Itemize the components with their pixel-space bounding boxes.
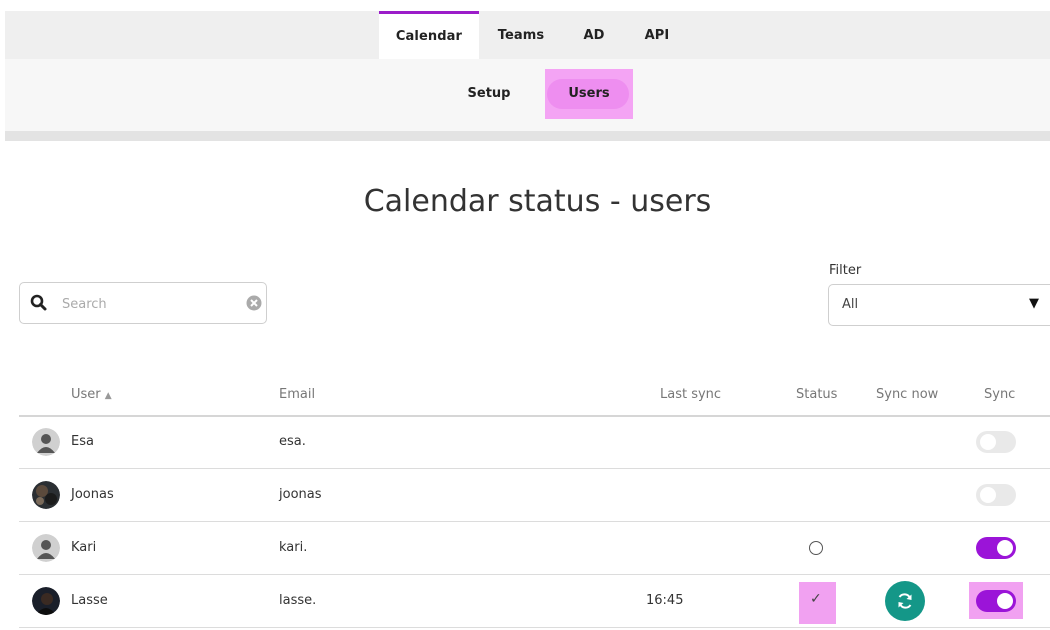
user-name: Joonas	[71, 487, 114, 502]
last-sync-time: 16:45	[646, 593, 684, 608]
search-box[interactable]	[19, 282, 267, 324]
filter-select[interactable]: All ▼	[828, 284, 1050, 326]
user-email: lasse.	[279, 593, 317, 608]
table-row: Kari kari.	[19, 522, 1050, 575]
subtab-label: Users	[568, 86, 610, 101]
table-row: Joonas joonas	[19, 469, 1050, 522]
clear-search-icon[interactable]	[246, 295, 262, 311]
tab-calendar[interactable]: Calendar	[379, 11, 479, 59]
photo-avatar-icon	[32, 587, 60, 615]
user-name: Esa	[71, 434, 94, 449]
sync-toggle[interactable]	[976, 537, 1016, 559]
subtab-label: Setup	[467, 86, 511, 101]
status-pending-icon	[809, 541, 823, 555]
toggle-knob	[997, 540, 1013, 556]
toggle-knob	[980, 434, 996, 450]
default-avatar-icon	[32, 428, 60, 456]
tab-teams[interactable]: Teams	[492, 11, 550, 59]
user-name: Kari	[71, 540, 97, 555]
tab-ad[interactable]: AD	[576, 11, 612, 59]
top-nav: Calendar Teams AD API	[5, 11, 1050, 59]
page-title: Calendar status - users	[363, 184, 712, 219]
avatar	[32, 428, 60, 456]
checkmark-icon: ✓	[810, 591, 822, 607]
header-divider	[5, 131, 1050, 141]
default-avatar-icon	[32, 534, 60, 562]
column-header-sync-now[interactable]: Sync now	[876, 387, 938, 402]
table-row: Esa esa.	[19, 416, 1050, 469]
dropdown-arrow-icon: ▼	[1029, 296, 1039, 311]
tab-label: Teams	[497, 28, 545, 43]
column-header-email[interactable]: Email	[279, 387, 315, 402]
tab-label: API	[644, 28, 670, 43]
tab-label: Calendar	[395, 29, 463, 44]
sort-ascending-icon: ▲	[104, 391, 112, 401]
toggle-knob	[980, 487, 996, 503]
column-header-user[interactable]: User ▲	[71, 387, 112, 402]
tab-api[interactable]: API	[638, 11, 676, 59]
toggle-knob	[997, 593, 1013, 609]
filter-label: Filter	[829, 263, 862, 278]
row-divider-gap	[118, 517, 209, 520]
row-divider	[19, 627, 1050, 628]
photo-avatar-icon	[32, 481, 60, 509]
subtab-setup[interactable]: Setup	[457, 69, 521, 119]
avatar	[32, 587, 60, 615]
sync-now-button[interactable]	[885, 581, 925, 621]
user-email: kari.	[279, 540, 308, 555]
user-email: esa.	[279, 434, 306, 449]
sync-toggle[interactable]	[976, 590, 1016, 612]
tab-label: AD	[583, 28, 605, 43]
sync-toggle[interactable]	[976, 431, 1016, 453]
search-icon	[30, 294, 47, 311]
column-header-sync[interactable]: Sync	[984, 387, 1015, 402]
column-header-label: User	[71, 387, 101, 402]
column-header-status[interactable]: Status	[796, 387, 837, 402]
sub-nav: Setup Users	[5, 59, 1050, 131]
column-header-last-sync[interactable]: Last sync	[660, 387, 721, 402]
refresh-icon	[898, 593, 912, 609]
table-row: Lasse lasse. 16:45 ✓	[19, 575, 1050, 628]
avatar	[32, 534, 60, 562]
user-name: Lasse	[71, 593, 108, 608]
user-email: joonas	[279, 487, 322, 502]
subtab-users[interactable]: Users	[545, 69, 633, 119]
sync-toggle[interactable]	[976, 484, 1016, 506]
filter-value: All	[842, 297, 859, 312]
avatar	[32, 481, 60, 509]
search-input[interactable]	[60, 292, 234, 316]
